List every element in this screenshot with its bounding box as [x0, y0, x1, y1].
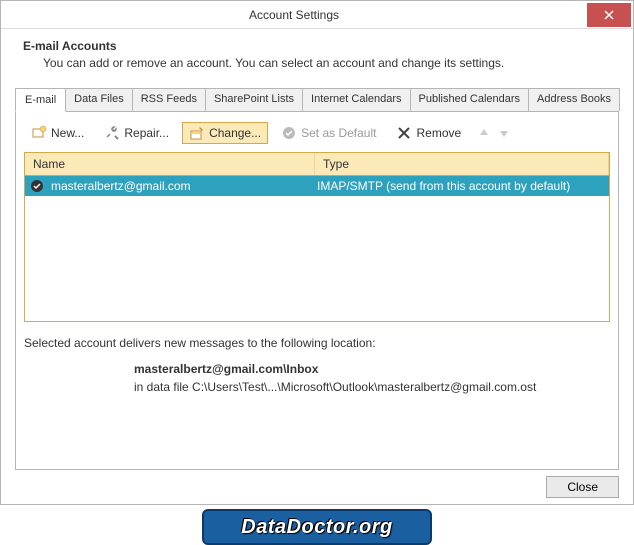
delivery-intro: Selected account delivers new messages t…	[24, 336, 610, 350]
move-down-button[interactable]	[496, 125, 512, 141]
footer: Close	[15, 470, 619, 498]
list-header: Name Type	[25, 153, 609, 176]
set-default-button[interactable]: Set as Default	[274, 122, 383, 144]
tab-panel-email: New... Repair... Change...	[15, 112, 619, 470]
account-row[interactable]: masteralbertz@gmail.com IMAP/SMTP (send …	[25, 176, 609, 196]
tab-sharepoint-lists[interactable]: SharePoint Lists	[205, 88, 303, 111]
repair-button[interactable]: Repair...	[97, 122, 176, 144]
tab-address-books[interactable]: Address Books	[528, 88, 620, 111]
repair-label: Repair...	[124, 126, 169, 140]
change-button[interactable]: Change...	[182, 122, 268, 144]
arrow-down-icon	[498, 127, 510, 139]
accounts-list: Name Type masteralbertz@gmail.com IMAP/S…	[24, 152, 610, 322]
tab-email[interactable]: E-mail	[15, 88, 66, 112]
delivery-folder: masteralbertz@gmail.com\Inbox	[134, 362, 610, 376]
content-area: E-mail Accounts You can add or remove an…	[1, 29, 633, 504]
repair-icon	[104, 125, 120, 141]
toolbar: New... Repair... Change...	[24, 120, 610, 152]
watermark: DataDoctor.org	[202, 509, 432, 545]
tab-strip: E-mail Data Files RSS Feeds SharePoint L…	[15, 88, 619, 112]
account-type: IMAP/SMTP (send from this account by def…	[317, 179, 609, 193]
column-header-name[interactable]: Name	[25, 153, 315, 175]
close-icon	[604, 10, 614, 20]
remove-icon	[396, 125, 412, 141]
window-close-button[interactable]	[587, 3, 631, 27]
move-up-button[interactable]	[476, 125, 492, 141]
default-account-icon	[28, 177, 46, 195]
remove-label: Remove	[416, 126, 461, 140]
close-button[interactable]: Close	[546, 476, 619, 498]
tab-data-files[interactable]: Data Files	[65, 88, 133, 111]
account-name: masteralbertz@gmail.com	[49, 179, 317, 193]
new-icon	[31, 125, 47, 141]
delivery-info: Selected account delivers new messages t…	[24, 336, 610, 394]
new-label: New...	[51, 126, 84, 140]
tab-published-calendars[interactable]: Published Calendars	[410, 88, 530, 111]
window-title: Account Settings	[1, 8, 587, 22]
titlebar: Account Settings	[1, 1, 633, 29]
set-default-label: Set as Default	[301, 126, 376, 140]
header-block: E-mail Accounts You can add or remove an…	[15, 39, 619, 88]
header-heading: E-mail Accounts	[23, 39, 619, 53]
arrow-up-icon	[478, 127, 490, 139]
account-settings-window: Account Settings E-mail Accounts You can…	[0, 0, 634, 505]
delivery-path: in data file C:\Users\Test\...\Microsoft…	[134, 380, 610, 394]
remove-button[interactable]: Remove	[389, 122, 468, 144]
column-header-type[interactable]: Type	[315, 153, 609, 175]
header-subheading: You can add or remove an account. You ca…	[43, 56, 619, 70]
reorder-arrows	[476, 125, 512, 141]
checkmark-icon	[281, 125, 297, 141]
tab-rss-feeds[interactable]: RSS Feeds	[132, 88, 206, 111]
change-label: Change...	[209, 126, 261, 140]
new-button[interactable]: New...	[24, 122, 91, 144]
tab-internet-calendars[interactable]: Internet Calendars	[302, 88, 410, 111]
change-icon	[189, 125, 205, 141]
